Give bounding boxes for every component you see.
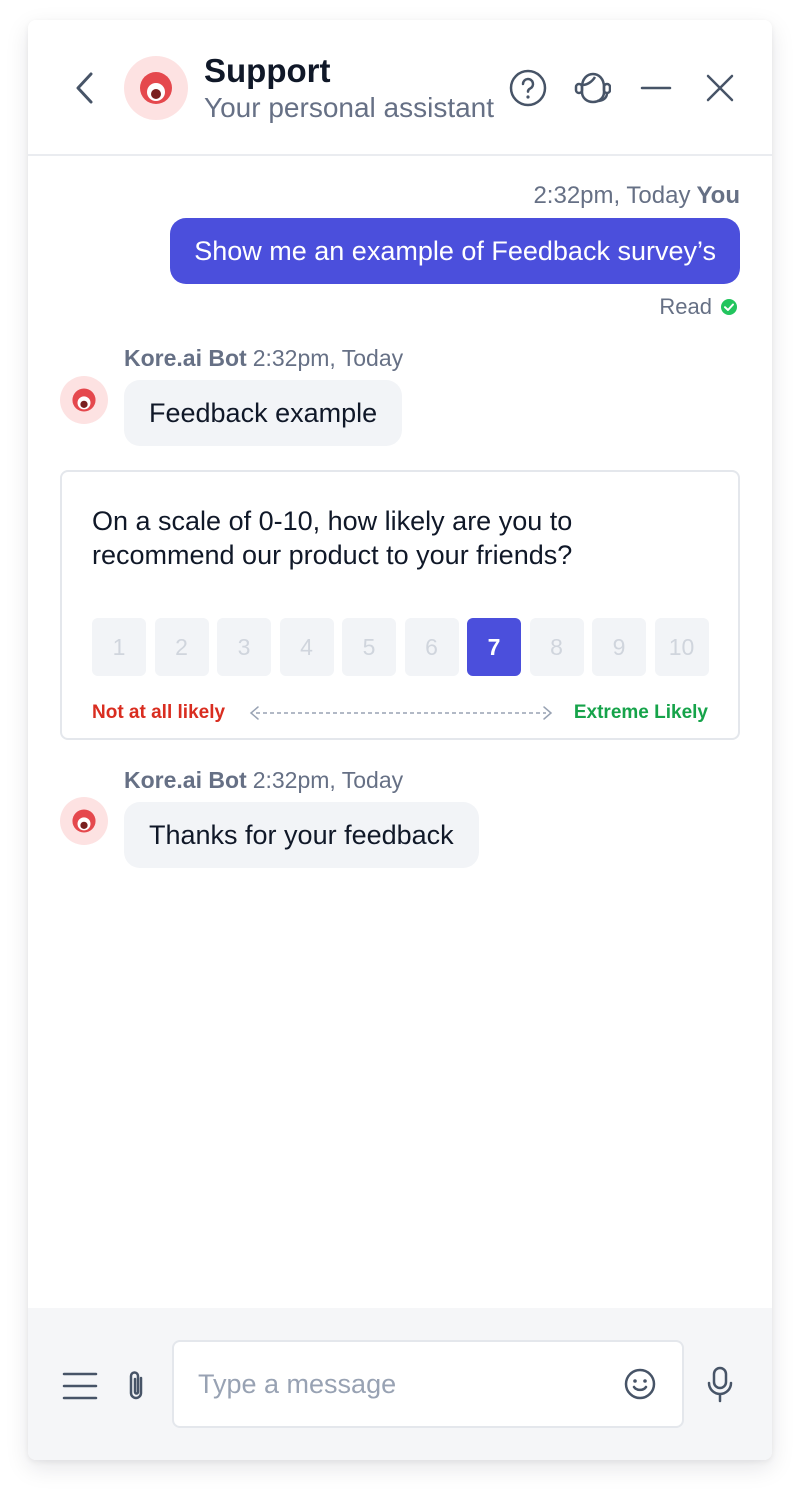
scale-option-10[interactable]: 10	[654, 618, 709, 676]
user-message-time: 2:32pm, Today	[533, 182, 691, 209]
bot-logo-icon	[140, 72, 172, 104]
scale-option-6[interactable]: 6	[404, 618, 459, 676]
close-button[interactable]	[700, 68, 740, 108]
user-message-sender: You	[696, 182, 740, 209]
feedback-survey-card: On a scale of 0-10, how likely are you t…	[60, 470, 740, 740]
scale-option-7[interactable]: 7	[467, 618, 521, 676]
chat-header: Support Your personal assistant	[28, 20, 772, 156]
close-icon	[706, 74, 734, 102]
bot-logo-icon	[72, 388, 96, 412]
scale-arrow-icon	[249, 706, 553, 720]
bot-logo-icon	[72, 809, 96, 833]
feedback-question: On a scale of 0-10, how likely are you t…	[92, 506, 573, 570]
help-circle-icon	[509, 69, 547, 107]
scale-option-8[interactable]: 8	[529, 618, 584, 676]
header-title: Support	[204, 52, 331, 89]
user-message-bubble: Show me an example of Feedback survey’s	[170, 218, 740, 284]
bot-sender: Kore.ai Bot	[124, 767, 247, 793]
scale-option-9[interactable]: 9	[592, 618, 646, 676]
bot-message-bubble: Feedback example	[124, 380, 403, 446]
feedback-scale: 1 2 3 4 5 6 7 8 9 10	[92, 618, 709, 676]
user-message-meta: 2:32pm, Today You	[533, 182, 740, 210]
scale-high-label: Extreme Likely	[573, 702, 708, 723]
bot-message-time: 2:32pm, Today	[252, 345, 404, 371]
header-subtitle: Your personal assistant	[204, 92, 495, 123]
agent-button[interactable]	[572, 68, 612, 108]
bot-message-bubble: Thanks for your feedback	[124, 802, 479, 868]
bot-avatar-small	[60, 376, 108, 424]
message-input[interactable]	[172, 1340, 684, 1428]
emoji-smile-icon	[624, 1368, 656, 1400]
bot-sender: Kore.ai Bot	[124, 345, 247, 371]
emoji-button[interactable]	[624, 1368, 656, 1400]
minimize-icon	[640, 86, 672, 90]
scale-option-2[interactable]: 2	[154, 618, 209, 676]
microphone-button[interactable]	[706, 1366, 734, 1404]
scale-option-1[interactable]: 1	[92, 618, 146, 676]
chevron-left-icon	[76, 72, 93, 104]
bot-avatar	[124, 56, 188, 120]
bot-avatar-small	[60, 797, 108, 845]
back-button[interactable]	[68, 70, 100, 106]
check-circle-icon	[721, 299, 737, 315]
scale-option-5[interactable]: 5	[342, 618, 396, 676]
menu-button[interactable]	[62, 1370, 98, 1402]
help-button[interactable]	[508, 68, 548, 108]
hamburger-menu-icon	[62, 1372, 98, 1400]
bot-message-meta: Kore.ai Bot 2:32pm, Today	[124, 345, 403, 372]
bot-message-meta: Kore.ai Bot 2:32pm, Today	[124, 767, 403, 794]
read-receipt: Read	[659, 294, 738, 320]
agent-headset-icon	[574, 72, 611, 104]
attach-button[interactable]	[122, 1368, 150, 1404]
bot-message-time: 2:32pm, Today	[252, 767, 404, 793]
scale-option-4[interactable]: 4	[279, 618, 334, 676]
minimize-button[interactable]	[636, 68, 676, 108]
microphone-icon	[707, 1366, 733, 1403]
scale-option-3[interactable]: 3	[217, 618, 271, 676]
message-composer	[28, 1308, 772, 1460]
paperclip-icon	[129, 1371, 143, 1400]
read-status-label: Read	[659, 294, 712, 319]
chat-widget: Support Your personal assistant 2:32pm, …	[28, 20, 772, 1460]
scale-low-label: Not at all likely	[92, 702, 226, 723]
